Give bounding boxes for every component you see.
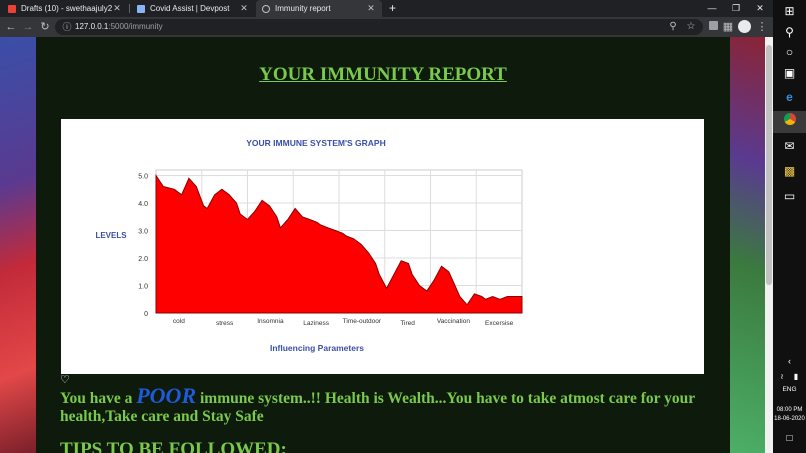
star-icon[interactable]: ☆: [685, 21, 697, 33]
back-icon[interactable]: ←: [4, 20, 18, 34]
chrome-icon[interactable]: [781, 113, 798, 130]
y-tick-label: 1.0: [138, 284, 148, 291]
y-axis-label: LEVELS: [95, 231, 127, 240]
y-tick-label: 5.0: [138, 174, 148, 181]
immune-system-chart: YOUR IMMUNE SYSTEM'S GRAPH LEVELS Influe…: [95, 138, 523, 353]
clock-time[interactable]: 08:00 PM: [773, 407, 806, 413]
windows-taskbar: ⊞ ⚲ ○ ▣ e ✉ ▩ ▭ ‹ ≀ ▮ ENG 08:00 PM 18-06…: [773, 0, 806, 453]
immunity-chart-card: YOUR IMMUNE SYSTEM'S GRAPH LEVELS Influe…: [61, 119, 704, 374]
close-icon[interactable]: ✕: [239, 3, 249, 14]
wifi-icon[interactable]: ≀: [776, 368, 788, 385]
immunity-result-text: You have a POOR immune system..!! Health…: [60, 383, 695, 426]
task-view-icon[interactable]: ▣: [781, 65, 798, 82]
extension-icon[interactable]: [706, 20, 720, 34]
tab-title: Immunity report: [275, 4, 331, 13]
background-decoration-right: [730, 37, 765, 453]
x-tick-label: Excersise: [485, 320, 514, 327]
close-window-button[interactable]: ✕: [748, 0, 772, 17]
x-tick-label: Vaccination: [437, 318, 471, 325]
cortana-icon[interactable]: ○: [781, 44, 798, 61]
heart-icon[interactable]: ♡: [60, 374, 72, 386]
forward-icon[interactable]: →: [21, 20, 35, 34]
tab-separator: [129, 4, 130, 13]
close-icon[interactable]: ✕: [366, 3, 376, 14]
x-tick-label: Tired: [400, 320, 415, 327]
url-text[interactable]: 127.0.0.1:5000/immunity: [75, 19, 163, 35]
notification-icon[interactable]: □: [781, 430, 798, 447]
x-tick-labels: cold stress Insomnia Laziness Time-outdoor Ti…: [173, 318, 514, 327]
menu-icon[interactable]: ⋮: [755, 20, 769, 34]
y-tick-labels: 0 1.0 2.0 3.0 4.0 5.0: [138, 174, 148, 319]
gmail-icon: [8, 4, 16, 13]
globe-icon: [262, 4, 270, 13]
address-bar[interactable]: ⓘ 127.0.0.1:5000/immunity ⚲ ☆: [55, 19, 703, 35]
tab-immunity-report[interactable]: Immunity report ✕: [256, 0, 382, 17]
x-tick-label: Laziness: [303, 320, 329, 327]
y-tick-label: 2.0: [138, 256, 148, 263]
tips-heading: TIPS TO BE FOLLOWED:: [60, 439, 287, 453]
y-tick-label: 0: [144, 311, 148, 318]
y-tick-label: 3.0: [138, 229, 148, 236]
tab-gmail[interactable]: Drafts (10) - swethaajuly26@gm... ✕: [2, 0, 128, 17]
terminal-icon[interactable]: ▭: [781, 188, 798, 205]
background-decoration-left: [0, 37, 36, 453]
battery-icon[interactable]: ▮: [790, 368, 802, 385]
report-panel: YOUR IMMUNITY REPORT YOUR IMMUNE SYSTEM'…: [36, 37, 730, 453]
x-tick-label: Insomnia: [257, 318, 284, 325]
file-explorer-icon[interactable]: ▩: [781, 163, 798, 180]
mail-icon[interactable]: ✉: [781, 138, 798, 155]
reload-icon[interactable]: ↻: [38, 20, 52, 34]
x-axis-label: Influencing Parameters: [270, 343, 364, 353]
x-tick-label: stress: [216, 320, 234, 327]
minimize-button[interactable]: —: [700, 0, 724, 17]
search-icon[interactable]: ⚲: [667, 21, 679, 33]
browser-toolbar: ← → ↻ ⓘ 127.0.0.1:5000/immunity ⚲ ☆ ▦ ⋮: [0, 17, 773, 37]
puzzle-icon[interactable]: ▦: [721, 20, 735, 34]
maximize-button[interactable]: ❐: [724, 0, 748, 17]
edge-icon[interactable]: e: [781, 89, 798, 106]
page-scrollbar[interactable]: [765, 37, 773, 453]
devpost-icon: [137, 4, 145, 13]
info-icon[interactable]: ⓘ: [61, 21, 73, 33]
tab-title: Drafts (10) - swethaajuly26@gm...: [21, 4, 112, 13]
y-tick-label: 4.0: [138, 201, 148, 208]
new-tab-button[interactable]: +: [386, 2, 399, 15]
immunity-level: POOR: [136, 383, 197, 408]
close-icon[interactable]: ✕: [112, 3, 122, 14]
avatar[interactable]: [738, 20, 751, 33]
chart-title: YOUR IMMUNE SYSTEM'S GRAPH: [246, 138, 385, 148]
clock-date[interactable]: 18-06-2020: [773, 416, 806, 422]
tab-title: Covid Assist | Devpost: [150, 4, 230, 13]
scrollbar-thumb[interactable]: [766, 45, 772, 285]
windows-start-icon[interactable]: ⊞: [781, 3, 798, 20]
search-icon[interactable]: ⚲: [781, 24, 798, 41]
language-indicator[interactable]: ENG: [773, 386, 806, 393]
tab-devpost[interactable]: Covid Assist | Devpost ✕: [131, 0, 255, 17]
x-tick-label: Time-outdoor: [343, 318, 382, 325]
tab-strip: Drafts (10) - swethaajuly26@gm... ✕ Covi…: [0, 0, 773, 17]
page-title: YOUR IMMUNITY REPORT: [259, 64, 507, 85]
page-viewport: YOUR IMMUNITY REPORT YOUR IMMUNE SYSTEM'…: [0, 37, 765, 453]
x-tick-label: cold: [173, 318, 185, 325]
